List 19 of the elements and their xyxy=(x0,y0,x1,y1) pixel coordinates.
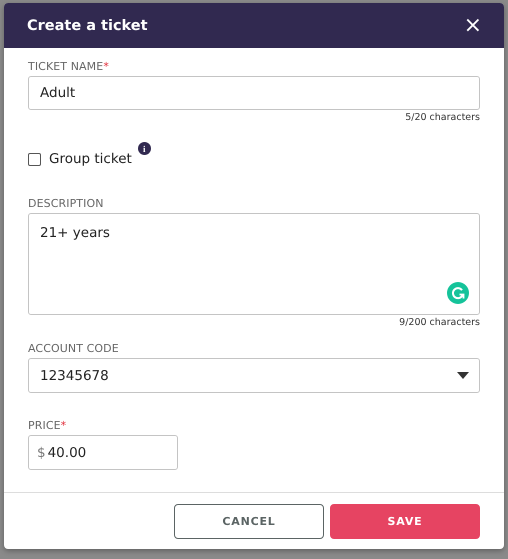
checkbox[interactable] xyxy=(28,152,41,166)
character-counter: 5/20 characters xyxy=(404,112,480,123)
info-icon[interactable]: i xyxy=(138,142,151,155)
text-field[interactable]: Adult xyxy=(28,76,480,110)
description-field[interactable]: 21+ years xyxy=(28,213,480,315)
field-label: DESCRIPTION xyxy=(28,197,105,210)
close-button[interactable]: × xyxy=(464,14,482,36)
character-counter: 9/200 characters xyxy=(398,317,480,328)
field-label: TICKET NAME* xyxy=(28,60,110,73)
caret-icon xyxy=(457,372,469,379)
price-field[interactable]: $40.00 xyxy=(28,435,178,470)
dialog-title: Create a ticket xyxy=(27,18,148,34)
account-code-dropdown[interactable]: 12345678 xyxy=(28,358,480,393)
checkbox-label: Group ticket xyxy=(49,151,132,167)
save-button[interactable]: SAVE xyxy=(330,504,480,538)
cancel-button[interactable]: CANCEL xyxy=(174,504,324,538)
currency-symbol: $ xyxy=(37,444,46,460)
field-label: PRICE* xyxy=(28,419,68,432)
field-label: ACCOUNT CODE xyxy=(28,342,120,355)
